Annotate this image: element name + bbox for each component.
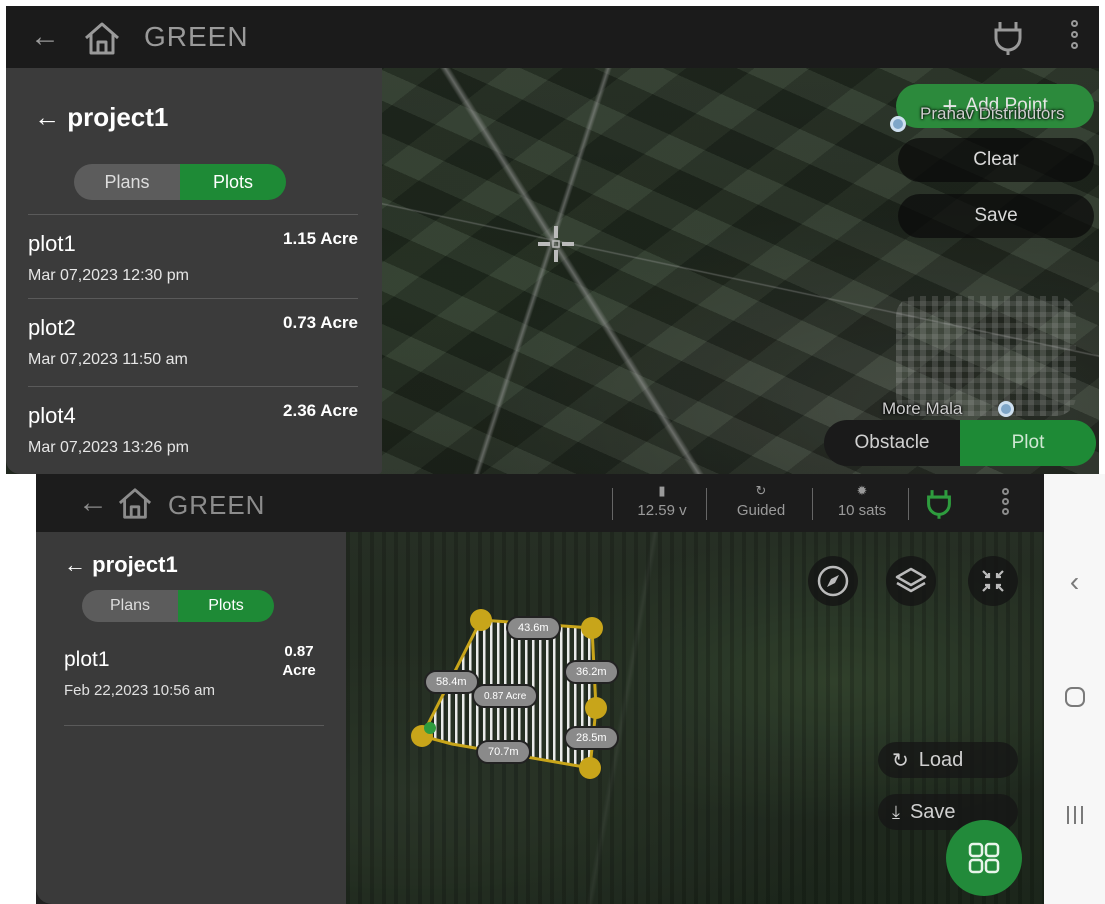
battery-icon: ▮ [658,483,666,498]
back-arrow-icon[interactable]: ← [78,486,108,520]
minimize-icon [982,570,1004,592]
map-place-label: Pranav Distributors [920,104,1065,123]
clear-button[interactable]: Clear [898,138,1094,182]
app-brand: GREEN [144,21,249,52]
plot-mode-button[interactable]: Plot [960,420,1096,466]
bottom-screen: 43.6m 36.2m 58.4m 0.87 Acre 70.7m 28.5m … [36,474,1044,904]
tab-plots[interactable]: Plots [178,590,274,622]
vertex-marker [581,617,603,639]
nav-recents-icon[interactable] [1044,804,1105,831]
compass-icon [817,565,849,597]
layers-icon [895,567,927,593]
plug-icon[interactable] [993,20,1023,61]
plot-date: Mar 07,2023 11:50 am [28,351,188,368]
vertex-marker [579,757,601,779]
plans-plots-toggle: Plans Plots [82,590,274,622]
satellite-icon: ✹ [856,483,868,498]
plot-date: Feb 22,2023 10:56 am [64,682,215,699]
gps-status: ✹ 10 sats [822,483,902,520]
crosshair-icon [538,226,574,262]
vertex-marker [585,697,607,719]
divider [706,488,707,520]
area-label: 0.87 Acre [472,684,539,708]
divider [612,488,613,520]
map-pin-icon [890,116,906,132]
plot-list-item[interactable]: plot2 0.73 Acre Mar 07,2023 11:50 am [28,298,358,382]
home-icon[interactable] [116,486,154,520]
plot-name: plot4 [28,403,76,428]
map-village-area [896,296,1076,416]
nav-back-icon[interactable]: ‹ [1044,566,1105,598]
edge-length-label: 28.5m [564,726,619,750]
satellite-count: 10 sats [837,502,887,519]
plot-area: 0.87 Acre [282,643,316,679]
project-name: project1 [67,102,169,132]
android-navigation-bar: ‹ [1044,474,1105,904]
plot-date: Mar 07,2023 12:30 pm [28,267,189,284]
app-bar: ← GREEN [6,6,1099,68]
layers-button[interactable] [886,556,936,606]
flight-mode-status: ↻ Guided [716,483,806,520]
project-panel: ← project1 Plans Plots plot1 0.87 Acre F… [36,532,346,904]
plug-icon[interactable] [926,488,952,525]
home-icon[interactable] [82,20,122,56]
divider [812,488,813,520]
tab-plans[interactable]: Plans [82,590,178,622]
tab-plots[interactable]: Plots [180,164,286,200]
plot-name: plot1 [64,648,110,671]
load-button[interactable]: ↻ Load [878,742,1018,778]
back-arrow-icon[interactable]: ← [30,20,60,54]
collapse-button[interactable] [968,556,1018,606]
load-label: Load [918,748,964,771]
grid-menu-button[interactable] [946,820,1022,896]
mode-cycle-icon: ↻ [755,483,767,498]
plot-area: 2.36 Acre [283,401,358,420]
edge-length-label: 36.2m [564,660,619,684]
project-title[interactable]: ← project1 [34,102,168,133]
plans-plots-toggle: Plans Plots [74,164,286,200]
project-name: project1 [92,552,178,577]
compass-button[interactable] [808,556,858,606]
edge-length-label: 58.4m [424,670,479,694]
app-brand: GREEN [168,490,266,520]
tab-plans[interactable]: Plans [74,164,180,200]
plot-name: plot1 [28,231,76,256]
obstacle-plot-toggle: Obstacle Plot [824,420,1096,466]
plot-name: plot2 [28,315,76,340]
save-button[interactable]: Save [898,194,1094,238]
plot-list-item[interactable]: plot1 0.87 Acre Feb 22,2023 10:56 am [64,642,324,726]
refresh-icon: ↻ [892,749,909,772]
plot-list-item[interactable]: plot1 1.15 Acre Mar 07,2023 12:30 pm [28,214,358,298]
map-pin-icon [998,401,1014,417]
battery-voltage: 12.59 v [637,502,687,519]
plot-list-item[interactable]: plot4 2.36 Acre Mar 07,2023 13:26 pm [28,386,358,470]
edge-length-label: 70.7m [476,740,531,764]
top-screen: ← GREEN ← project1 Plans Plots plot1 1.1… [6,6,1099,474]
app-bar: ← GREEN ▮ 12.59 v ↻ Guided ✹ 10 sats [36,474,1044,532]
download-icon: ⤓ [892,801,900,822]
vertex-marker [470,609,492,631]
more-options-icon[interactable] [1002,488,1010,515]
start-marker [424,722,436,734]
battery-status: ▮ 12.59 v [622,483,702,520]
obstacle-mode-button[interactable]: Obstacle [824,420,960,466]
plot-area: 0.73 Acre [283,313,358,332]
project-title[interactable]: ← project1 [64,552,178,578]
flight-mode: Guided [736,502,786,519]
grid-icon [968,842,1000,874]
project-panel: ← project1 Plans Plots plot1 1.15 Acre M… [6,68,382,474]
edge-length-label: 43.6m [506,616,561,640]
map-place-label: More Mala [882,399,963,418]
more-options-icon[interactable] [1071,20,1079,54]
divider [908,488,909,520]
plot-date: Mar 07,2023 13:26 pm [28,439,189,456]
plot-area: 1.15 Acre [283,229,358,248]
nav-home-icon[interactable] [1044,686,1105,713]
